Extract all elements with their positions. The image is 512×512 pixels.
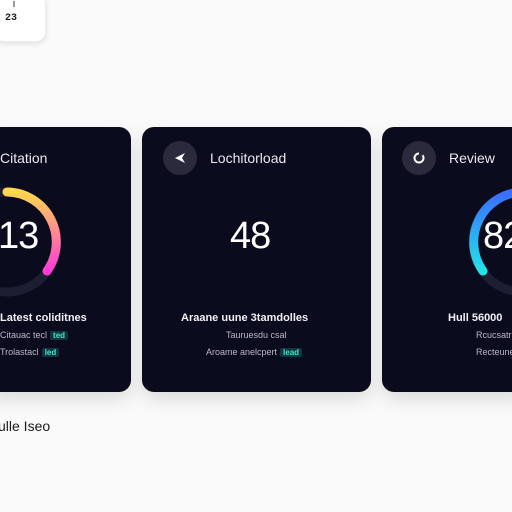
lochitorload-card[interactable]: Lochitorload 48 Araane uune 3tamdolles T… [142, 127, 371, 392]
stat-line: Recteuneoa [476, 347, 512, 357]
metric-value: 13 [0, 215, 39, 257]
refresh-icon[interactable] [402, 141, 436, 175]
card-title: Review [449, 150, 495, 166]
stat-line: Rcucsatrn [476, 330, 512, 340]
review-card[interactable]: Review 82 Hull 56000 Rcucsatrn Recteuneo… [382, 127, 512, 392]
stat-line-text: Trolastacl [0, 347, 39, 357]
stat-heading: Hull 56000 [448, 312, 503, 324]
corner-chip-label: 23 [5, 13, 18, 24]
stat-heading: Araane uune 3tamdolles [181, 312, 309, 324]
stat-chip: led [41, 348, 60, 357]
stat-line: Tauruesdu csal [226, 330, 287, 340]
stat-line-text: Recteuneoa [476, 347, 512, 357]
stat-line-text: Aroame anelcpert [206, 347, 278, 357]
stat-line: Trolastacl led [0, 347, 60, 357]
tick-icon [13, 1, 15, 7]
corner-chip[interactable]: 23 [0, 0, 46, 42]
footer-text: ulle Iseo [0, 418, 51, 434]
metric-value: 82 [483, 215, 512, 257]
stat-line: Citauac tecl ted [0, 330, 69, 340]
stat-line-text: Rcucsatrn [476, 330, 512, 340]
stat-line-text: Citauac tecl [0, 330, 48, 340]
stat-chip: ted [50, 331, 69, 340]
citation-card[interactable]: Citation 13 Latest coliditnes Citauac te… [0, 127, 131, 392]
send-icon[interactable] [163, 141, 197, 175]
stat-line: Aroame anelcpert lead [206, 347, 303, 357]
metric-value: 48 [230, 215, 271, 257]
card-title: Lochitorload [210, 150, 287, 166]
stat-heading: Latest coliditnes [0, 312, 87, 324]
stat-line-text: Tauruesdu csal [226, 330, 287, 340]
card-title: Citation [0, 150, 48, 166]
stat-chip: lead [280, 348, 303, 357]
